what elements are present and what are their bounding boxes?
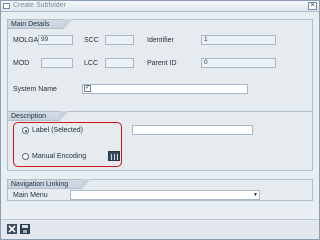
main-menu-select[interactable]: ▼ [70,190,260,200]
highlight-annotation [13,122,122,167]
molga-label: MOLGA [13,37,39,44]
system-name-field[interactable]: ✓ [82,84,248,94]
save-floppy-icon[interactable] [20,224,30,234]
window-icon [3,3,10,9]
bottom-toolbar [1,219,319,239]
chevron-down-icon[interactable]: ▼ [252,191,259,199]
check-icon[interactable]: ✓ [84,85,91,92]
label-text-field[interactable] [132,125,253,135]
scc-label: SCC [84,37,99,44]
title-bar: Create Subfolder × [1,1,319,12]
main-menu-label: Main Menu [13,192,48,199]
lcc-field[interactable] [105,58,134,68]
description-header: Description [7,111,70,122]
window-title: Create Subfolder [13,2,66,9]
close-icon[interactable]: × [308,2,317,10]
lcc-label: LCC [84,60,99,67]
identifier-field[interactable]: 1 [201,35,276,45]
navigation-linking-header: Navigation Linking [7,179,92,190]
main-details-header: Main Details [7,19,72,30]
mod-label: MOD [13,60,30,67]
parent-id-field[interactable]: 0 [201,58,276,68]
scc-field[interactable] [105,35,134,45]
mod-field[interactable] [41,58,73,68]
create-subfolder-dialog: Create Subfolder × Main Details MOLGA 99… [0,0,320,240]
parent-id-label: Parent ID [147,60,177,67]
system-name-label: System Name [13,86,57,93]
cancel-x-icon[interactable] [7,224,17,234]
navigation-linking-group: Navigation Linking Main Menu ▼ [7,179,313,201]
identifier-label: Identifier [147,37,174,44]
molga-field[interactable]: 99 [38,35,73,45]
main-details-group: Main Details MOLGA 99 SCC Identifier 1 M… [7,19,313,123]
